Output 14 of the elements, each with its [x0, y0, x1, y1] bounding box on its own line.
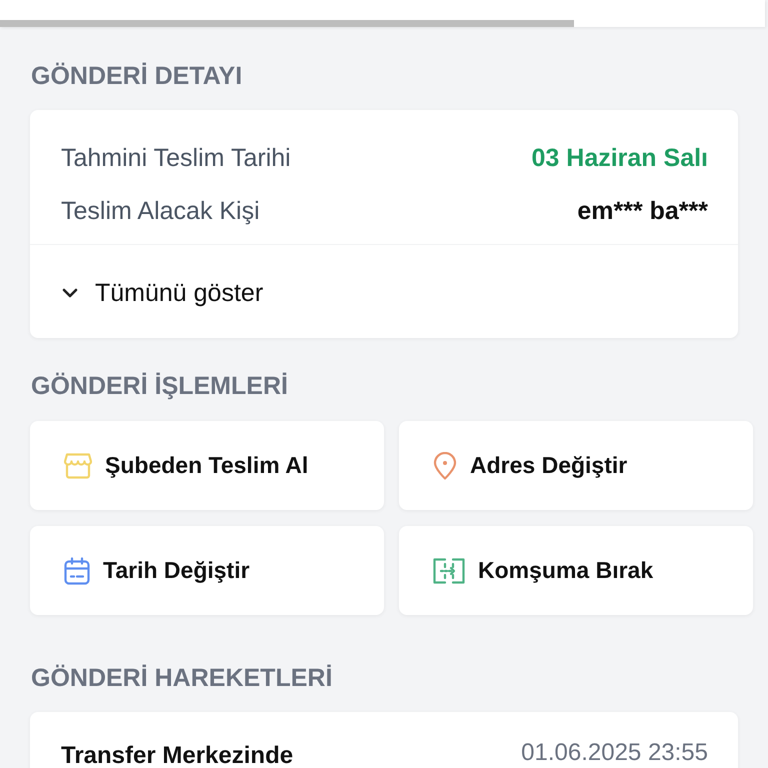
section-title: GÖNDERİ İŞLEMLERİ — [30, 372, 289, 400]
section-title: GÖNDERİ DETAYI — [30, 62, 244, 90]
action-button[interactable]: Şubeden Teslim Al — [30, 421, 384, 510]
detail-label: Teslim Alacak Kişi — [61, 196, 260, 227]
detail-value: em*** ba*** — [577, 196, 708, 227]
show-all-button[interactable]: Tümünü göster — [62, 278, 264, 308]
action-button[interactable]: Tarih Değiştir — [30, 526, 384, 615]
detail-label: Tahmini Teslim Tarihi — [61, 143, 291, 174]
action-button[interactable]: Adres Değiştir — [399, 421, 753, 510]
action-button[interactable]: Komşuma Bırak — [399, 526, 753, 615]
section-title: GÖNDERİ HAREKETLERİ — [30, 664, 334, 692]
movement-time: 01.06.2025 23:55 — [521, 741, 708, 765]
movement-status: Transfer Merkezinde — [61, 744, 294, 768]
detail-value: 03 Haziran Salı — [532, 143, 708, 174]
